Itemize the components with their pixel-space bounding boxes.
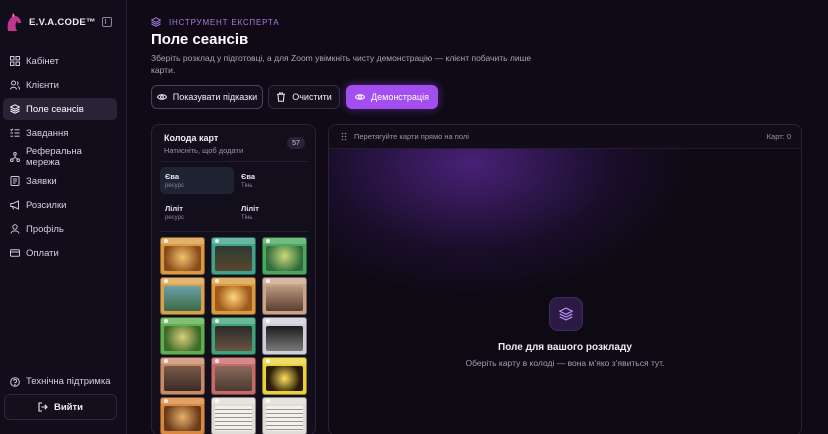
deck-card[interactable]	[262, 237, 307, 275]
chip-type: Тінь	[241, 183, 253, 189]
deck-card[interactable]	[160, 317, 205, 355]
sidebar-item-requests[interactable]: Заявки	[3, 170, 117, 192]
spread-field[interactable]: Перетягуйте карти прямо на полі Карт: 0 …	[328, 124, 802, 434]
field-hint-label: Перетягуйте карти прямо на полі	[354, 132, 469, 141]
megaphone-icon	[10, 200, 19, 210]
field-canvas[interactable]	[329, 149, 801, 434]
inbox-icon	[10, 176, 20, 186]
deck-subtitle: Натисніть, щоб додати	[164, 146, 244, 155]
eye-icon	[156, 94, 167, 100]
deck-card[interactable]	[262, 317, 307, 355]
sidebar-item-label: Розсилки	[26, 199, 67, 211]
field-toolbar: Перетягуйте карти прямо на полі Карт: 0	[329, 125, 801, 149]
deck-filter-chip[interactable]: Ліліт Тінь	[236, 199, 310, 226]
sidebar-item-label: Завдання	[26, 127, 69, 139]
support-label: Технічна підтримка	[26, 376, 111, 387]
chip-type: ресурс	[165, 183, 184, 189]
page-title: Поле сеансів	[151, 31, 249, 48]
layers-icon	[10, 104, 20, 114]
deck-card[interactable]	[160, 397, 205, 434]
sidebar-item-label: Кабінет	[26, 55, 59, 67]
deck-card-grid	[160, 237, 309, 434]
sidebar-item-tasks[interactable]: Завдання	[3, 122, 117, 144]
deck-card[interactable]	[160, 277, 205, 315]
card-deck-panel: Колода карт Натисніть, щоб додати 57 Єва…	[151, 124, 316, 434]
sidebar-item-referral-network[interactable]: Реферальна мережа	[3, 146, 117, 168]
drag-handle-icon	[341, 132, 347, 141]
show-hints-button[interactable]: Показувати підказки	[151, 85, 263, 109]
brand[interactable]: E.V.A.CODE™	[5, 11, 96, 33]
tasks-icon	[10, 128, 20, 137]
chip-name: Ліліт	[241, 204, 259, 213]
divider	[160, 161, 309, 162]
page-subtitle: Зберіть розклад у підготовці, а для Zoom…	[151, 53, 532, 75]
chip-name: Єва	[241, 172, 256, 181]
sidebar: E.V.A.CODE™ Кабінет Клієнти Поле сеансів…	[0, 0, 127, 434]
sidebar-item-label: Профіль	[26, 223, 64, 235]
field-hint: Перетягуйте карти прямо на полі	[341, 132, 469, 141]
chip-name: Ліліт	[165, 204, 183, 213]
sidebar-nav: Кабінет Клієнти Поле сеансів Завдання Ре…	[3, 50, 117, 266]
chip-type: ресурс	[165, 215, 184, 221]
empty-state-title: Поле для вашого розкладу	[498, 342, 632, 353]
deck-card[interactable]	[160, 357, 205, 395]
deck-filter-chip[interactable]: Ліліт ресурс	[160, 199, 234, 226]
deck-count-badge: 57	[287, 137, 305, 149]
network-icon	[10, 152, 20, 162]
support-link[interactable]: Технічна підтримка	[10, 376, 111, 387]
empty-state-subtitle: Оберіть карту в колоді — вона м’яко з’яв…	[465, 358, 665, 368]
deck-filter-chip[interactable]: Єва ресурс	[160, 167, 234, 194]
user-icon	[10, 224, 20, 234]
collapse-sidebar-icon[interactable]	[102, 17, 112, 27]
page-eyebrow: ІНСТРУМЕНТ ЕКСПЕРТА	[151, 17, 279, 27]
sidebar-item-label: Клієнти	[26, 79, 59, 91]
deck-card[interactable]	[262, 357, 307, 395]
deck-card[interactable]	[262, 277, 307, 315]
sidebar-item-cabinet[interactable]: Кабінет	[3, 50, 117, 72]
sidebar-item-label: Оплати	[26, 247, 59, 259]
sidebar-item-session-field[interactable]: Поле сеансів	[3, 98, 117, 120]
deck-card[interactable]	[211, 317, 256, 355]
brand-name: E.V.A.CODE™	[29, 16, 96, 28]
layers-icon	[559, 307, 573, 321]
sidebar-item-mailings[interactable]: Розсилки	[3, 194, 117, 216]
eyebrow-label: ІНСТРУМЕНТ ЕКСПЕРТА	[169, 17, 280, 27]
empty-state-icon	[549, 297, 583, 331]
divider	[160, 231, 309, 232]
sidebar-item-profile[interactable]: Профіль	[3, 218, 117, 240]
deck-card[interactable]	[211, 237, 256, 275]
logout-label: Вийти	[53, 401, 84, 413]
grid-icon	[10, 56, 20, 66]
clear-label: Очистити	[292, 92, 332, 102]
chip-name: Єва	[165, 172, 180, 181]
help-circle-icon	[10, 376, 20, 387]
eye-icon	[355, 94, 366, 100]
sidebar-item-label: Заявки	[26, 175, 57, 187]
deck-filter-chip[interactable]: Єва Тінь	[236, 167, 310, 194]
sidebar-item-label: Поле сеансів	[26, 103, 84, 115]
demo-button[interactable]: Демонстрація	[346, 85, 438, 109]
sidebar-item-clients[interactable]: Клієнти	[3, 74, 117, 96]
horse-logo-icon	[7, 13, 21, 31]
deck-title: Колода карт	[164, 133, 219, 143]
users-icon	[10, 80, 20, 90]
deck-card[interactable]	[211, 357, 256, 395]
deck-card[interactable]	[211, 397, 256, 434]
clear-button[interactable]: Очистити	[268, 85, 340, 109]
logout-icon	[38, 402, 48, 412]
chip-type: Тінь	[241, 215, 253, 221]
field-card-count: Карт: 0	[766, 132, 791, 141]
layers-icon	[151, 17, 161, 27]
demo-label: Демонстрація	[371, 92, 429, 102]
sidebar-item-label: Реферальна мережа	[26, 146, 82, 168]
deck-card[interactable]	[211, 277, 256, 315]
sidebar-item-payments[interactable]: Оплати	[3, 242, 117, 264]
logout-button[interactable]: Вийти	[4, 394, 117, 420]
trash-icon	[277, 92, 286, 102]
deck-card[interactable]	[262, 397, 307, 434]
card-icon	[10, 249, 20, 257]
deck-card[interactable]	[160, 237, 205, 275]
show-hints-label: Показувати підказки	[172, 92, 258, 102]
